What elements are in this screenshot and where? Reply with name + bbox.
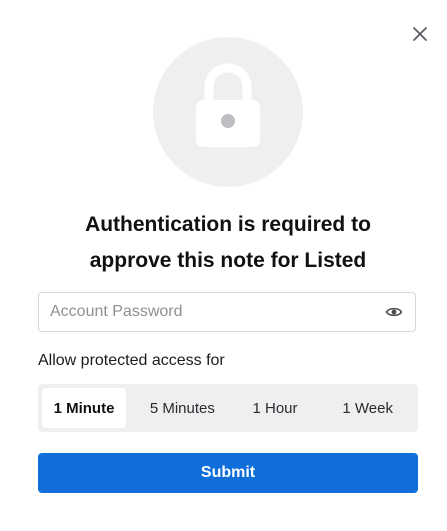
access-duration-label: Allow protected access for (38, 352, 225, 369)
access-duration-selector: 1 Minute 5 Minutes 1 Hour 1 Week (38, 384, 418, 432)
lock-illustration (153, 37, 303, 187)
password-input[interactable] (39, 293, 380, 331)
dialog-title-line-1: Authentication is required to (85, 213, 371, 236)
eye-icon[interactable] (385, 303, 403, 321)
close-icon (413, 27, 427, 41)
password-field (38, 292, 416, 332)
duration-option-1-week[interactable]: 1 Week (321, 388, 414, 428)
duration-option-1-hour[interactable]: 1 Hour (229, 388, 322, 428)
dialog-title-line-2: approve this note for Listed (89, 249, 367, 272)
dialog-title: Authentication is required to approve th… (20, 207, 436, 279)
duration-option-5-minutes[interactable]: 5 Minutes (136, 388, 229, 428)
duration-option-1-minute[interactable]: 1 Minute (42, 388, 126, 428)
submit-button[interactable]: Submit (38, 453, 418, 493)
close-button[interactable] (408, 22, 432, 46)
lock-icon (196, 63, 260, 147)
